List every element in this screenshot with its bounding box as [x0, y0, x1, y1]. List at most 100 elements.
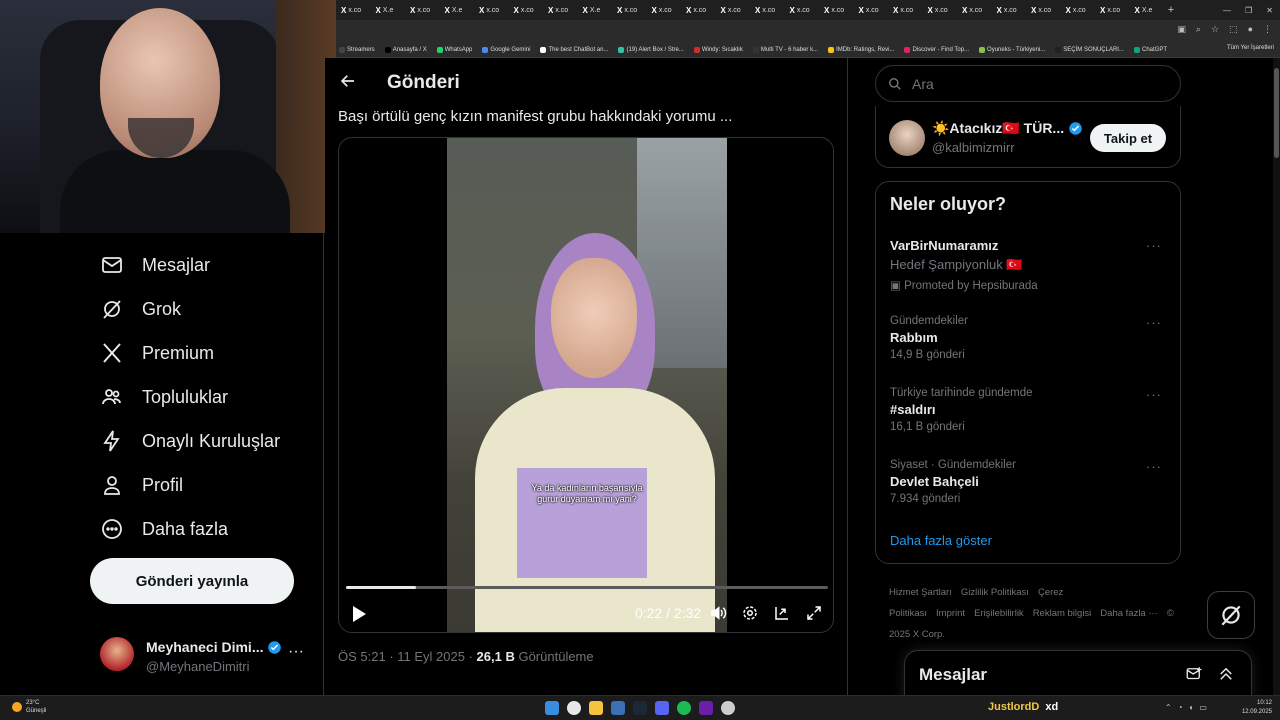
browser-tab[interactable]: Xx.co [543, 0, 578, 20]
bookmark-item[interactable]: Multi TV - 6 haber k... [752, 46, 818, 53]
minimize-icon[interactable]: — [1223, 6, 1231, 15]
footer-link[interactable]: Daha fazla ··· [1100, 608, 1158, 619]
browser-tab[interactable]: Xx.co [888, 0, 923, 20]
fullscreen-icon[interactable] [805, 604, 823, 622]
more-dots-icon[interactable]: ··· [1146, 387, 1162, 402]
system-tray[interactable]: ⌃ ◔ ◖ ▭ [1165, 703, 1207, 712]
app-icon[interactable] [611, 701, 625, 715]
file-explorer-icon[interactable] [589, 701, 603, 715]
new-tab-button[interactable]: + [1164, 4, 1178, 16]
browser-tab[interactable]: Xx.co [957, 0, 992, 20]
footer-link[interactable]: Reklam bilgisi [1033, 608, 1092, 619]
bookmark-item[interactable]: (19) Alert Box / Stre... [618, 46, 684, 53]
trend-item[interactable]: VarBirNumaramız Hedef Şampiyonluk 🇹🇷 ▣ P… [890, 238, 1170, 292]
browser-tab[interactable]: Xx.co [716, 0, 751, 20]
nav-item-onayli-kuruluslar[interactable]: Onaylı Kuruluşlar [100, 426, 280, 456]
zoom-icon[interactable]: ⌕ [1196, 24, 1201, 35]
back-arrow-icon[interactable] [339, 72, 357, 90]
browser-tab[interactable]: X X.e [440, 0, 475, 20]
app-icon[interactable] [699, 701, 713, 715]
address-bar[interactable]: ▣ ⌕ ☆ ⬚ ● ⋮ [336, 20, 1280, 42]
bookmark-item[interactable]: Google Gemini [482, 46, 530, 53]
steam-icon[interactable] [633, 701, 647, 715]
browser-tab[interactable]: X X.e [371, 0, 406, 20]
battery-icon[interactable]: ▭ [1199, 703, 1207, 712]
maximize-icon[interactable]: ❐ [1245, 6, 1252, 15]
scrollbar-thumb[interactable] [1274, 68, 1279, 158]
discord-icon[interactable] [655, 701, 669, 715]
browser-tab[interactable]: X X.e [578, 0, 613, 20]
post-button[interactable]: Gönderi yayınla [90, 558, 294, 604]
chevron-up-double-icon[interactable] [1217, 665, 1235, 683]
window-controls[interactable]: — ❐ ✕ [1216, 0, 1280, 20]
messages-dock[interactable]: Mesajlar [904, 650, 1252, 700]
show-more-link[interactable]: Daha fazla göster [890, 533, 992, 548]
bookmark-item[interactable]: Windy: Sıcaklık [693, 46, 743, 53]
nav-item-profil[interactable]: Profil [100, 470, 183, 500]
browser-tab[interactable]: Xx.co [1095, 0, 1130, 20]
menu-icon[interactable]: ⋮ [1263, 24, 1272, 35]
new-message-icon[interactable] [1185, 665, 1203, 683]
close-icon[interactable]: ✕ [1266, 6, 1273, 15]
search-input[interactable]: Ara [875, 65, 1181, 102]
more-dots-icon[interactable]: ··· [1146, 238, 1162, 253]
bookmark-item[interactable]: Oyuneks - Türkiyeni... [979, 46, 1045, 53]
browser-tab[interactable]: Xx.co [474, 0, 509, 20]
browser-tab[interactable]: Xx.co [750, 0, 785, 20]
browser-tab[interactable]: Xx.co [1061, 0, 1096, 20]
nav-item-grok[interactable]: Grok [100, 294, 181, 324]
volume-icon[interactable] [709, 604, 727, 622]
browser-tab[interactable]: Xx.co [681, 0, 716, 20]
trend-item[interactable]: Siyaset · Gündemdekiler Devlet Bahçeli 7… [890, 459, 1170, 505]
profile-icon[interactable]: ● [1248, 24, 1253, 35]
settings-gear-icon[interactable] [741, 604, 759, 622]
nav-item-daha-fazla[interactable]: Daha fazla [100, 514, 228, 544]
avatar[interactable] [889, 120, 925, 156]
bookmark-item[interactable]: ChatGPT [1133, 46, 1167, 53]
browser-tab[interactable]: Xx.co [854, 0, 889, 20]
network-icon[interactable]: ◔ [1178, 703, 1183, 712]
browser-tab[interactable]: Xx.co [509, 0, 544, 20]
windows-start-icon[interactable] [545, 701, 559, 715]
nav-item-topluluklar[interactable]: Topluluklar [100, 382, 228, 412]
browser-tab[interactable]: Xx.co [612, 0, 647, 20]
play-icon[interactable] [351, 605, 367, 623]
nav-item-mesajlar[interactable]: Mesajlar [100, 250, 210, 280]
video-progress-bar[interactable] [346, 586, 828, 589]
bookmark-item[interactable]: Discover - Find Top... [904, 46, 969, 53]
bookmark-item[interactable]: The best ChatBot an... [540, 46, 608, 53]
footer-link[interactable]: Imprint [936, 608, 965, 619]
obs-icon[interactable] [721, 701, 735, 715]
clock[interactable]: 10:12 12.09.2025 [1242, 699, 1272, 717]
chevron-up-icon[interactable]: ⌃ [1165, 703, 1172, 712]
footer-link[interactable]: Erişilebilirlik [974, 608, 1024, 619]
browser-tab[interactable]: X X.e [1130, 0, 1165, 20]
follow-name-row[interactable]: ☀️Atacıkız🇹🇷 TÜR... [932, 120, 1083, 137]
trend-item[interactable]: Gündemdekiler Rabbım 14,9 B gönderi ··· [890, 315, 1170, 361]
browser-tab[interactable]: Xx.co [819, 0, 854, 20]
bookmark-item[interactable]: WhatsApp [436, 46, 472, 53]
bookmark-item[interactable]: IMDb: Ratings, Revi... [828, 46, 894, 53]
grok-floating-button[interactable] [1207, 591, 1255, 639]
extensions-icon[interactable]: ⬚ [1229, 24, 1238, 35]
chrome-icon[interactable] [567, 701, 581, 715]
more-dots-icon[interactable]: ··· [288, 643, 304, 661]
footer-link[interactable]: Gizlilik Politikası [961, 587, 1029, 598]
browser-tab[interactable]: Xx.co [923, 0, 958, 20]
more-dots-icon[interactable]: ··· [1146, 459, 1162, 474]
video-frame[interactable]: Ya da kadınların başarısıyla gurur duyam… [447, 138, 727, 632]
browser-tab[interactable]: Xx.co [1026, 0, 1061, 20]
page-scrollbar[interactable] [1273, 58, 1280, 695]
more-dots-icon[interactable]: ··· [1146, 315, 1162, 330]
all-bookmarks-link[interactable]: Tüm Yer İşaretleri [1227, 45, 1274, 51]
bookmark-star-icon[interactable]: ☆ [1211, 24, 1219, 35]
browser-tab[interactable]: Xx.co [336, 0, 371, 20]
nav-item-premium[interactable]: Premium [100, 338, 214, 368]
translate-icon[interactable]: ▣ [1177, 24, 1186, 35]
browser-tab[interactable]: Xx.co [785, 0, 820, 20]
bookmark-item[interactable]: Streamers [339, 46, 375, 53]
video-player[interactable]: Ya da kadınların başarısıyla gurur duyam… [338, 137, 834, 633]
bookmark-item[interactable]: Anasayfa / X [384, 46, 427, 53]
account-switcher[interactable]: Meyhaneci Dimi... @MeyhaneDimitri ··· [100, 633, 310, 677]
trend-item[interactable]: Türkiye tarihinde gündemde #saldırı 16,1… [890, 387, 1170, 433]
